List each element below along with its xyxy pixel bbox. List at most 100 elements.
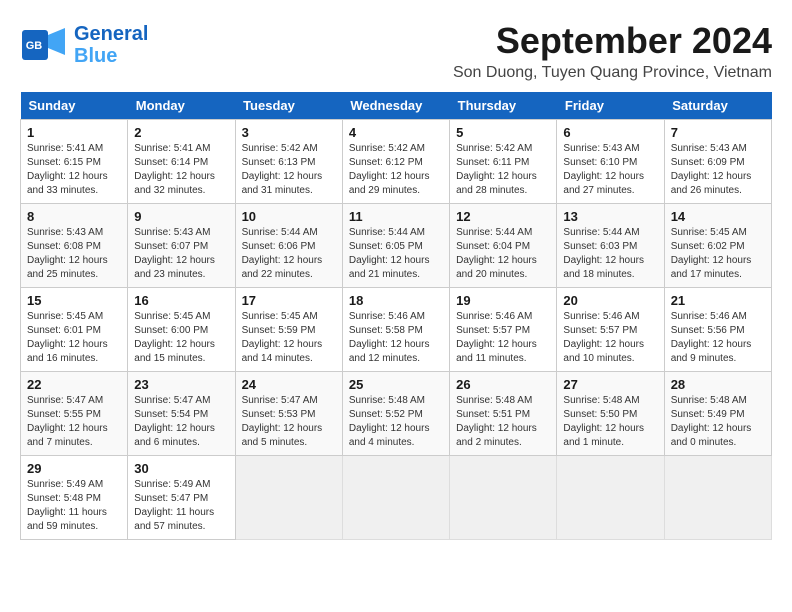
day-number: 10	[242, 209, 336, 224]
day-info: Sunrise: 5:45 AM Sunset: 6:01 PM Dayligh…	[27, 310, 121, 366]
calendar-day-cell: 8 Sunrise: 5:43 AM Sunset: 6:08 PM Daylig…	[21, 204, 128, 288]
day-info: Sunrise: 5:44 AM Sunset: 6:05 PM Dayligh…	[349, 226, 443, 282]
calendar-day-cell: 28 Sunrise: 5:48 AM Sunset: 5:49 PM Dayli…	[664, 372, 771, 456]
day-number: 5	[456, 125, 550, 140]
calendar-day-cell: 30 Sunrise: 5:49 AM Sunset: 5:47 PM Dayli…	[128, 456, 235, 540]
day-info: Sunrise: 5:42 AM Sunset: 6:11 PM Dayligh…	[456, 142, 550, 198]
day-number: 17	[242, 293, 336, 308]
day-info: Sunrise: 5:49 AM Sunset: 5:47 PM Dayligh…	[134, 478, 228, 534]
calendar-day-cell	[557, 456, 664, 540]
logo-text-block: General Blue	[74, 23, 148, 67]
day-info: Sunrise: 5:44 AM Sunset: 6:06 PM Dayligh…	[242, 226, 336, 282]
calendar-week-row: 1 Sunrise: 5:41 AM Sunset: 6:15 PM Daylig…	[21, 120, 772, 204]
day-info: Sunrise: 5:44 AM Sunset: 6:04 PM Dayligh…	[456, 226, 550, 282]
calendar-day-cell: 18 Sunrise: 5:46 AM Sunset: 5:58 PM Dayli…	[342, 288, 449, 372]
day-info: Sunrise: 5:47 AM Sunset: 5:53 PM Dayligh…	[242, 394, 336, 450]
col-monday: Monday	[128, 92, 235, 120]
calendar-week-row: 22 Sunrise: 5:47 AM Sunset: 5:55 PM Dayli…	[21, 372, 772, 456]
day-number: 16	[134, 293, 228, 308]
day-number: 4	[349, 125, 443, 140]
day-number: 14	[671, 209, 765, 224]
calendar-day-cell: 27 Sunrise: 5:48 AM Sunset: 5:50 PM Dayli…	[557, 372, 664, 456]
day-number: 19	[456, 293, 550, 308]
day-info: Sunrise: 5:41 AM Sunset: 6:15 PM Dayligh…	[27, 142, 121, 198]
day-info: Sunrise: 5:43 AM Sunset: 6:09 PM Dayligh…	[671, 142, 765, 198]
day-info: Sunrise: 5:49 AM Sunset: 5:48 PM Dayligh…	[27, 478, 121, 534]
calendar-day-cell: 25Sunrise: 5:48 AM Sunset: 5:52 PM Dayli…	[342, 372, 449, 456]
day-number: 15	[27, 293, 121, 308]
calendar-table: Sunday Monday Tuesday Wednesday Thursday…	[20, 92, 772, 540]
day-number: 18	[349, 293, 443, 308]
day-info: Sunrise: 5:48 AM Sunset: 5:50 PM Dayligh…	[563, 394, 657, 450]
day-number: 8	[27, 209, 121, 224]
day-number: 27	[563, 377, 657, 392]
day-info: Sunrise: 5:42 AM Sunset: 6:13 PM Dayligh…	[242, 142, 336, 198]
calendar-day-cell: 20Sunrise: 5:46 AM Sunset: 5:57 PM Dayli…	[557, 288, 664, 372]
calendar-day-cell: 26 Sunrise: 5:48 AM Sunset: 5:51 PM Dayli…	[450, 372, 557, 456]
day-info: Sunrise: 5:43 AM Sunset: 6:08 PM Dayligh…	[27, 226, 121, 282]
day-number: 26	[456, 377, 550, 392]
day-info: Sunrise: 5:46 AM Sunset: 5:57 PM Dayligh…	[456, 310, 550, 366]
calendar-week-row: 15 Sunrise: 5:45 AM Sunset: 6:01 PM Dayli…	[21, 288, 772, 372]
calendar-day-cell	[342, 456, 449, 540]
col-tuesday: Tuesday	[235, 92, 342, 120]
calendar-day-cell: 11 Sunrise: 5:44 AM Sunset: 6:05 PM Dayli…	[342, 204, 449, 288]
col-friday: Friday	[557, 92, 664, 120]
col-thursday: Thursday	[450, 92, 557, 120]
calendar-week-row: 29 Sunrise: 5:49 AM Sunset: 5:48 PM Dayli…	[21, 456, 772, 540]
day-number: 21	[671, 293, 765, 308]
calendar-day-cell: 1 Sunrise: 5:41 AM Sunset: 6:15 PM Daylig…	[21, 120, 128, 204]
col-wednesday: Wednesday	[342, 92, 449, 120]
day-number: 29	[27, 461, 121, 476]
calendar-week-row: 8 Sunrise: 5:43 AM Sunset: 6:08 PM Daylig…	[21, 204, 772, 288]
day-number: 7	[671, 125, 765, 140]
calendar-day-cell: 9Sunrise: 5:43 AM Sunset: 6:07 PM Daylig…	[128, 204, 235, 288]
logo: GB General Blue	[20, 20, 148, 70]
day-number: 30	[134, 461, 228, 476]
calendar-day-cell: 15 Sunrise: 5:45 AM Sunset: 6:01 PM Dayli…	[21, 288, 128, 372]
day-info: Sunrise: 5:41 AM Sunset: 6:14 PM Dayligh…	[134, 142, 228, 198]
calendar-day-cell: 2 Sunrise: 5:41 AM Sunset: 6:14 PM Daylig…	[128, 120, 235, 204]
day-info: Sunrise: 5:46 AM Sunset: 5:58 PM Dayligh…	[349, 310, 443, 366]
calendar-day-cell: 6 Sunrise: 5:43 AM Sunset: 6:10 PM Daylig…	[557, 120, 664, 204]
day-info: Sunrise: 5:45 AM Sunset: 6:02 PM Dayligh…	[671, 226, 765, 282]
calendar-day-cell: 17 Sunrise: 5:45 AM Sunset: 5:59 PM Dayli…	[235, 288, 342, 372]
day-number: 6	[563, 125, 657, 140]
day-number: 1	[27, 125, 121, 140]
calendar-day-cell: 21 Sunrise: 5:46 AM Sunset: 5:56 PM Dayli…	[664, 288, 771, 372]
day-number: 22	[27, 377, 121, 392]
day-info: Sunrise: 5:43 AM Sunset: 6:10 PM Dayligh…	[563, 142, 657, 198]
day-number: 2	[134, 125, 228, 140]
day-number: 3	[242, 125, 336, 140]
calendar-day-cell	[235, 456, 342, 540]
calendar-day-cell: 14 Sunrise: 5:45 AM Sunset: 6:02 PM Dayli…	[664, 204, 771, 288]
calendar-day-cell: 7 Sunrise: 5:43 AM Sunset: 6:09 PM Daylig…	[664, 120, 771, 204]
calendar-day-cell	[664, 456, 771, 540]
day-info: Sunrise: 5:48 AM Sunset: 5:51 PM Dayligh…	[456, 394, 550, 450]
svg-text:GB: GB	[26, 40, 43, 52]
calendar-subtitle: Son Duong, Tuyen Quang Province, Vietnam	[453, 64, 772, 82]
calendar-day-cell: 10 Sunrise: 5:44 AM Sunset: 6:06 PM Dayli…	[235, 204, 342, 288]
calendar-day-cell: 12Sunrise: 5:44 AM Sunset: 6:04 PM Dayli…	[450, 204, 557, 288]
logo-line2: Blue	[74, 45, 117, 67]
calendar-header-row: Sunday Monday Tuesday Wednesday Thursday…	[21, 92, 772, 120]
day-info: Sunrise: 5:43 AM Sunset: 6:07 PM Dayligh…	[134, 226, 228, 282]
day-info: Sunrise: 5:45 AM Sunset: 6:00 PM Dayligh…	[134, 310, 228, 366]
calendar-day-cell	[450, 456, 557, 540]
day-info: Sunrise: 5:47 AM Sunset: 5:55 PM Dayligh…	[27, 394, 121, 450]
day-info: Sunrise: 5:46 AM Sunset: 5:57 PM Dayligh…	[563, 310, 657, 366]
col-saturday: Saturday	[664, 92, 771, 120]
col-sunday: Sunday	[21, 92, 128, 120]
page-header: GB General Blue September 2024 Son Duong…	[20, 20, 772, 82]
day-info: Sunrise: 5:48 AM Sunset: 5:49 PM Dayligh…	[671, 394, 765, 450]
day-info: Sunrise: 5:47 AM Sunset: 5:54 PM Dayligh…	[134, 394, 228, 450]
day-info: Sunrise: 5:48 AM Sunset: 5:52 PM Dayligh…	[349, 394, 443, 450]
calendar-title-section: September 2024 Son Duong, Tuyen Quang Pr…	[453, 20, 772, 82]
calendar-day-cell: 24Sunrise: 5:47 AM Sunset: 5:53 PM Dayli…	[235, 372, 342, 456]
day-number: 11	[349, 209, 443, 224]
calendar-day-cell: 5 Sunrise: 5:42 AM Sunset: 6:11 PM Daylig…	[450, 120, 557, 204]
day-info: Sunrise: 5:46 AM Sunset: 5:56 PM Dayligh…	[671, 310, 765, 366]
day-number: 28	[671, 377, 765, 392]
day-info: Sunrise: 5:45 AM Sunset: 5:59 PM Dayligh…	[242, 310, 336, 366]
calendar-day-cell: 19 Sunrise: 5:46 AM Sunset: 5:57 PM Dayli…	[450, 288, 557, 372]
